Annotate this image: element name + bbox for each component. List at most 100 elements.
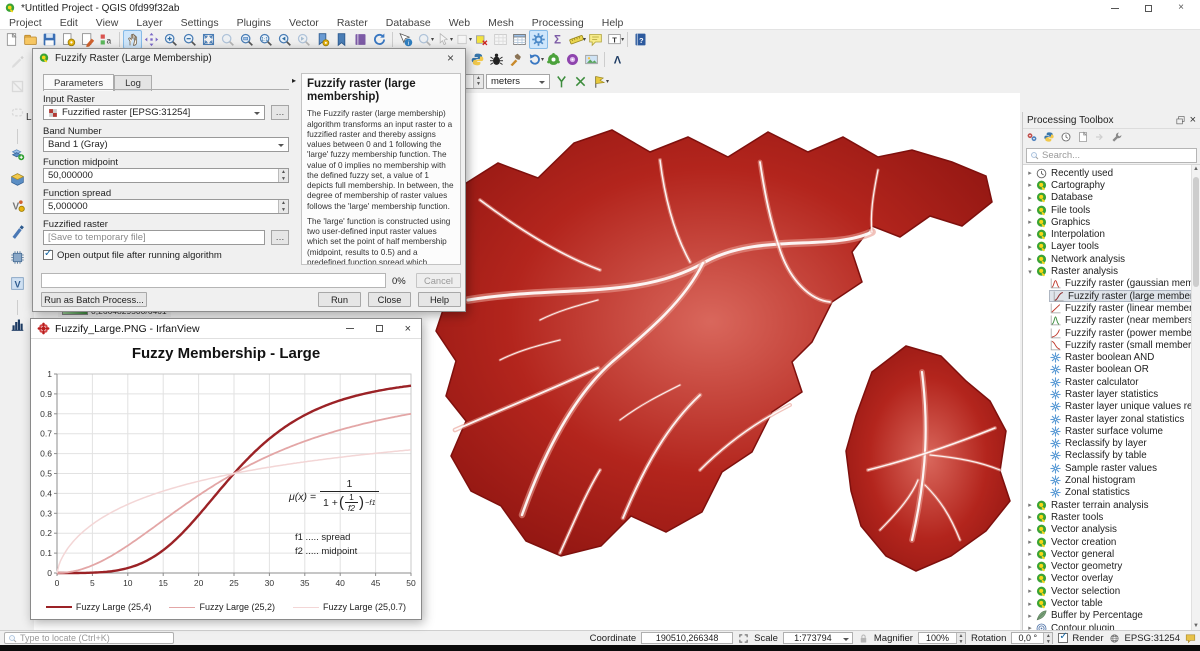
units-select[interactable]: meters bbox=[486, 74, 550, 89]
menu-web[interactable]: Web bbox=[440, 17, 479, 29]
expander-icon[interactable]: ▸ bbox=[1025, 181, 1035, 189]
map-tips-button[interactable] bbox=[586, 30, 605, 49]
rotation-input[interactable]: 0,0 °▲▼ bbox=[1011, 632, 1053, 644]
crs-status[interactable]: EPSG:31254 bbox=[1125, 633, 1180, 644]
toolbox-item-reclassify-by-layer[interactable]: Reclassify by layer bbox=[1023, 438, 1200, 450]
iv-minimize-button[interactable] bbox=[346, 328, 354, 329]
plugin-green-button[interactable] bbox=[544, 50, 563, 69]
zoom-to-layer-button[interactable] bbox=[237, 30, 256, 49]
menu-vector[interactable]: Vector bbox=[280, 17, 328, 29]
toolbox-item-fuzzify-raster-large-membership[interactable]: Fuzzify raster (large membership) bbox=[1023, 290, 1200, 302]
minimize-button[interactable] bbox=[1111, 8, 1119, 9]
input-raster-select[interactable]: Fuzzified raster [EPSG:31254] bbox=[43, 105, 265, 120]
zoom-out-button[interactable] bbox=[180, 30, 199, 49]
expander-icon[interactable]: ▸ bbox=[1025, 255, 1035, 263]
expander-icon[interactable]: ▸ bbox=[1025, 538, 1035, 546]
help-collapse-icon[interactable]: ▸ bbox=[292, 76, 296, 85]
toolbox-item-layer-tools[interactable]: ▸Layer tools bbox=[1023, 241, 1200, 253]
band-number-select[interactable]: Band 1 (Gray) bbox=[43, 137, 289, 152]
toolbox-item-raster-surface-volume[interactable]: Raster surface volume bbox=[1023, 425, 1200, 437]
toolbox-item-cartography[interactable]: ▸Cartography bbox=[1023, 179, 1200, 191]
expander-icon[interactable]: ▸ bbox=[1025, 513, 1035, 521]
dialog-title-bar[interactable]: Fuzzify Raster (Large Membership) × bbox=[33, 49, 465, 67]
new-bookmark-button[interactable] bbox=[313, 30, 332, 49]
function-midpoint-input[interactable]: 50,000000 ▲▼ bbox=[43, 168, 289, 183]
toolbox-item-vector-selection[interactable]: ▸Vector selection bbox=[1023, 585, 1200, 597]
toolbox-scripts-button[interactable] bbox=[1042, 130, 1058, 146]
menu-database[interactable]: Database bbox=[377, 17, 440, 29]
python-console-button[interactable] bbox=[468, 50, 487, 69]
dialog-close-icon[interactable]: × bbox=[441, 51, 460, 65]
save-project-button[interactable] bbox=[40, 30, 59, 49]
toolbox-item-zonal-histogram[interactable]: Zonal histogram bbox=[1023, 474, 1200, 486]
new-print-layout-button[interactable] bbox=[59, 30, 78, 49]
messages-icon[interactable] bbox=[1185, 633, 1196, 644]
toolbox-item-vector-geometry[interactable]: ▸Vector geometry bbox=[1023, 561, 1200, 573]
new-mesh-button[interactable] bbox=[8, 248, 27, 267]
toolbox-item-sample-raster-values[interactable]: Sample raster values bbox=[1023, 462, 1200, 474]
toolbox-item-vector-overlay[interactable]: ▸Vector overlay bbox=[1023, 573, 1200, 585]
toolbox-item-raster-boolean-and[interactable]: Raster boolean AND bbox=[1023, 351, 1200, 363]
toolbox-item-vector-analysis[interactable]: ▸Vector analysis bbox=[1023, 524, 1200, 536]
toolbox-item-buffer-by-percentage[interactable]: ▸Buffer by Percentage bbox=[1023, 610, 1200, 622]
expander-icon[interactable]: ▸ bbox=[1025, 501, 1035, 509]
toolbox-item-reclassify-by-table[interactable]: Reclassify by table bbox=[1023, 450, 1200, 462]
toolbox-item-raster-tools[interactable]: ▸Raster tools bbox=[1023, 511, 1200, 523]
pan-to-selection-button[interactable] bbox=[142, 30, 161, 49]
toolbox-search-input[interactable]: Search... bbox=[1026, 148, 1197, 163]
expander-icon[interactable]: ▸ bbox=[1025, 206, 1035, 214]
toolbox-options-button[interactable] bbox=[1110, 130, 1126, 146]
new-layer-button[interactable] bbox=[8, 144, 27, 163]
pan-map-button[interactable] bbox=[123, 30, 142, 49]
toolbox-item-vector-table[interactable]: ▸Vector table bbox=[1023, 597, 1200, 609]
refresh-button[interactable] bbox=[370, 30, 389, 49]
toolbox-item-raster-analysis[interactable]: ▾Raster analysis bbox=[1023, 265, 1200, 277]
expander-icon[interactable]: ▸ bbox=[1025, 563, 1035, 571]
toolbox-item-fuzzify-raster-power-membership[interactable]: Fuzzify raster (power membership) bbox=[1023, 327, 1200, 339]
expander-icon[interactable]: ▸ bbox=[1025, 169, 1035, 177]
checkbox-checked-icon[interactable] bbox=[43, 250, 53, 260]
locator-input[interactable]: Type to locate (Ctrl+K) bbox=[4, 632, 174, 644]
osgeo-ring-button[interactable] bbox=[563, 50, 582, 69]
georeferencer-button[interactable] bbox=[582, 50, 601, 69]
magnifier-input[interactable]: 100%▲▼ bbox=[918, 632, 966, 644]
new-project-button[interactable] bbox=[2, 30, 21, 49]
menu-plugins[interactable]: Plugins bbox=[228, 17, 280, 29]
new-virtual-layer-button[interactable]: V bbox=[8, 274, 27, 293]
close-dialog-button[interactable]: Close bbox=[368, 292, 411, 307]
render-checkbox[interactable]: Render bbox=[1058, 633, 1103, 644]
toolbox-item-network-analysis[interactable]: ▸Network analysis bbox=[1023, 253, 1200, 265]
toolbox-item-fuzzify-raster-small-membership[interactable]: Fuzzify raster (small membership) bbox=[1023, 339, 1200, 351]
toolbox-item-zonal-statistics[interactable]: Zonal statistics bbox=[1023, 487, 1200, 499]
identify-features-button[interactable]: i bbox=[396, 30, 415, 49]
expander-icon[interactable]: ▸ bbox=[1025, 218, 1035, 226]
toolbox-item-interpolation[interactable]: ▸Interpolation bbox=[1023, 228, 1200, 240]
help-contents-button[interactable]: ? bbox=[631, 30, 650, 49]
close-button[interactable]: × bbox=[1178, 3, 1184, 13]
irfanview-title-bar[interactable]: Fuzzify_Large.PNG - IrfanView × bbox=[31, 319, 421, 339]
toolbox-item-raster-layer-unique-values-report[interactable]: Raster layer unique values report bbox=[1023, 401, 1200, 413]
tree-scrollbar[interactable]: ▲ ▼ bbox=[1191, 165, 1200, 630]
toolbox-item-raster-calculator[interactable]: Raster calculator bbox=[1023, 376, 1200, 388]
toolbox-models-button[interactable] bbox=[1025, 130, 1041, 146]
open-project-button[interactable] bbox=[21, 30, 40, 49]
lock-icon[interactable] bbox=[858, 633, 869, 644]
menu-processing[interactable]: Processing bbox=[523, 17, 593, 29]
new-spatialite-button[interactable] bbox=[8, 222, 27, 241]
dropdown-caret-icon[interactable]: ▾ bbox=[606, 78, 609, 85]
scale-select[interactable]: 1:773794 bbox=[783, 632, 853, 644]
zoom-in-button[interactable] bbox=[161, 30, 180, 49]
tracing-fork-button[interactable] bbox=[552, 72, 571, 91]
cancel-button[interactable]: Cancel bbox=[416, 273, 461, 288]
toolbox-item-vector-creation[interactable]: ▸Vector creation bbox=[1023, 536, 1200, 548]
debug-tools-button[interactable] bbox=[487, 50, 506, 69]
crs-globe-icon[interactable] bbox=[1109, 633, 1120, 644]
expander-icon[interactable]: ▸ bbox=[1025, 526, 1035, 534]
toolbox-item-raster-layer-statistics[interactable]: Raster layer statistics bbox=[1023, 388, 1200, 400]
expander-icon[interactable]: ▸ bbox=[1025, 587, 1035, 595]
statistics-panel-button[interactable]: Σ bbox=[548, 30, 567, 49]
toolbox-item-database[interactable]: ▸Database bbox=[1023, 192, 1200, 204]
expander-icon[interactable]: ▸ bbox=[1025, 575, 1035, 583]
toolbox-item-raster-terrain-analysis[interactable]: ▸Raster terrain analysis bbox=[1023, 499, 1200, 511]
help-button[interactable]: Help bbox=[418, 292, 461, 307]
